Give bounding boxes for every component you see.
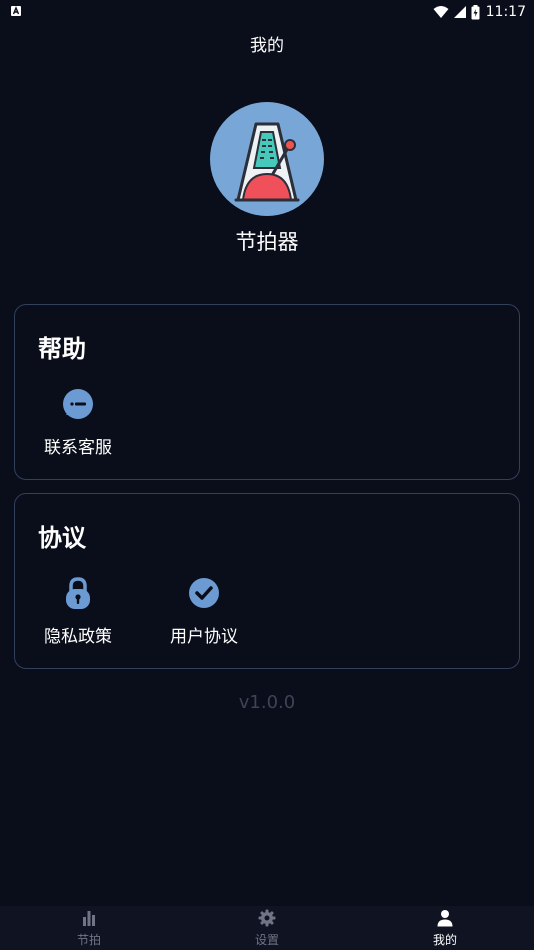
metronome-icon	[234, 122, 300, 202]
lock-icon	[66, 577, 90, 609]
nav-tab-mine-label: 我的	[432, 933, 457, 947]
chat-bubble-icon	[63, 389, 93, 419]
status-icons: 11:17	[433, 2, 526, 22]
nav-tab-mine[interactable]: 我的	[356, 906, 534, 950]
nav-tab-settings[interactable]: 设置	[178, 906, 356, 950]
help-card-title: 帮助	[38, 335, 86, 363]
check-circle-icon	[189, 578, 219, 608]
signal-icon	[453, 6, 466, 18]
wifi-icon	[433, 6, 449, 18]
gear-icon	[258, 909, 276, 927]
privacy-policy-button[interactable]: 隐私政策	[33, 576, 123, 647]
user-agreement-button[interactable]: 用户协议	[159, 576, 249, 647]
contact-support-label: 联系客服	[44, 438, 112, 458]
app-name: 节拍器	[235, 230, 299, 254]
battery-icon	[471, 4, 480, 19]
person-icon	[437, 910, 453, 927]
nav-tab-metronome[interactable]: 节拍	[0, 906, 178, 950]
bar-chart-icon	[83, 911, 95, 926]
agreement-card: 协议 隐私政策 用户协议	[14, 493, 520, 669]
status-time: 11:17	[485, 4, 526, 20]
agreement-card-title: 协议	[38, 524, 86, 552]
version-text: v1.0.0	[238, 692, 296, 713]
avatar	[210, 102, 324, 216]
contact-support-button[interactable]: 联系客服	[33, 387, 123, 458]
nav-tab-metronome-label: 节拍	[76, 933, 101, 947]
profile-screen: 11:17 我的 节拍器 帮助 联系客服 协议 隐私政策 用户协议 v1.0.0…	[0, 0, 534, 950]
bottom-nav: 节拍 设置 我的	[0, 906, 534, 950]
page-title: 我的	[250, 36, 284, 56]
privacy-policy-label: 隐私政策	[44, 627, 112, 647]
status-bar: 11:17	[0, 0, 534, 24]
help-card: 帮助 联系客服	[14, 304, 520, 480]
app-notification-icon	[11, 6, 21, 16]
nav-tab-settings-label: 设置	[254, 933, 279, 947]
user-agreement-label: 用户协议	[170, 627, 238, 647]
